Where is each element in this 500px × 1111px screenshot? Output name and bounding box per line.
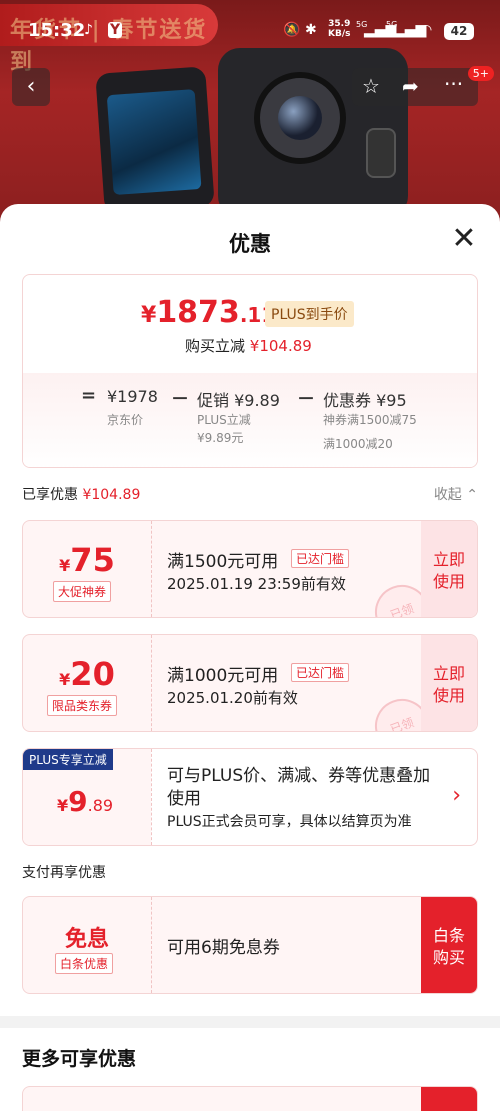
coupon-card[interactable]: ¥20 限品类东券 满1000元可用 已达门槛 2025.01.20前有效 已领… xyxy=(22,634,478,732)
currency-symbol: ¥ xyxy=(141,303,157,328)
wifi-icon: ◠ xyxy=(420,22,433,38)
more-discount-button[interactable] xyxy=(421,1087,477,1111)
coupon-expiry: 2025.01.20前有效 xyxy=(167,689,298,707)
chevron-right-icon: › xyxy=(452,783,461,808)
more-icon[interactable]: ··· xyxy=(444,72,463,96)
coupon-condition: 满1000元可用 xyxy=(167,666,279,686)
message-count-badge: 5+ xyxy=(467,66,494,81)
promo-sub-1: PLUS立减 xyxy=(197,413,251,427)
plus-amount-integer: 9 xyxy=(68,785,88,818)
minus-sign-2: － xyxy=(297,389,315,410)
status-time: 15:32 xyxy=(28,20,86,41)
tiktok-icon: ♪ xyxy=(84,22,93,38)
nav-actions: ☆ ➦ ··· xyxy=(352,68,478,106)
coupon-amount-value: 20 xyxy=(70,655,115,693)
coupon-divider xyxy=(151,635,152,731)
plus-note: PLUS正式会员可享，具体以结算页为准 xyxy=(167,814,412,830)
coupon-type-tag: 限品类东券 xyxy=(47,695,118,716)
interest-free-description: 可用6期免息券 xyxy=(167,938,280,958)
instant-cut-value: ¥104.89 xyxy=(249,337,312,355)
final-price: ¥1873.11 xyxy=(141,295,275,330)
discount-sheet: 优惠 ✕ ¥1873.11 PLUS到手价 购买立减 ¥104.89 = ¥19… xyxy=(0,204,500,1111)
use-now-line-1: 立即 xyxy=(432,664,465,683)
baitiao-tag: 白条优惠 xyxy=(55,953,114,974)
favorite-star-icon[interactable]: ☆ xyxy=(362,74,380,98)
minus-sign-1: － xyxy=(171,389,189,410)
coupon-card[interactable]: ¥75 大促神券 满1500元可用 已达门槛 2025.01.19 23:59前… xyxy=(22,520,478,618)
coupon-sub-2: 满1000减20 xyxy=(323,437,393,451)
coupon-divider xyxy=(151,749,152,845)
network-speed-value: 35.9 xyxy=(328,19,351,29)
baitiao-buy-button[interactable]: 白条 购买 xyxy=(421,897,477,993)
battery-indicator: 42 xyxy=(444,23,474,40)
jd-price-label: 京东价 xyxy=(107,413,144,427)
close-icon: ✕ xyxy=(451,221,477,256)
enjoyed-discount-header: 已享优惠 ¥104.89 xyxy=(22,484,140,504)
baitiao-buy-line-2: 购买 xyxy=(432,948,465,967)
coupon-currency: ¥ xyxy=(59,670,71,689)
use-now-line-1: 立即 xyxy=(432,550,465,569)
collapse-toggle[interactable]: 收起 ⌃ xyxy=(434,484,478,504)
chevron-left-icon: ‹ xyxy=(26,74,36,99)
sheet-title: 优惠 xyxy=(229,232,271,256)
use-now-button[interactable]: 立即 使用 xyxy=(421,635,477,731)
plus-exclusive-label: PLUS专享立减 xyxy=(23,749,113,770)
plus-currency: ¥ xyxy=(57,796,69,815)
instant-cut-label: 购买立减 xyxy=(185,337,246,355)
camera-screen-illustration xyxy=(106,89,202,196)
baitiao-buy-line-1: 白条 xyxy=(432,926,465,945)
promo-sub-2: ¥9.89元 xyxy=(197,431,244,445)
share-icon[interactable]: ➦ xyxy=(402,74,419,98)
plus-discount-amount: ¥9.89 xyxy=(57,785,113,818)
enjoyed-discount-label: 已享优惠 xyxy=(22,487,78,503)
camera-button-illustration xyxy=(366,128,396,178)
use-now-line-2: 使用 xyxy=(432,686,465,705)
use-now-line-2: 使用 xyxy=(432,572,465,591)
final-price-integer: 1873 xyxy=(156,295,240,330)
coupon-sub-1: 神券满1500减75 xyxy=(323,413,417,427)
mute-icon: 🔕 xyxy=(283,22,301,38)
threshold-reached-tag: 已达门槛 xyxy=(291,663,350,682)
back-button[interactable]: ‹ xyxy=(12,68,50,106)
equals-sign: = xyxy=(81,385,97,406)
network-speed-unit: KB/s xyxy=(328,29,351,39)
plus-price-tag: PLUS到手价 xyxy=(265,301,354,327)
promo-amount: 促销 ¥9.89 xyxy=(197,391,280,410)
network-speed: 35.9 KB/s xyxy=(328,19,350,39)
threshold-reached-tag: 已达门槛 xyxy=(291,549,350,568)
camera-lens-illustration xyxy=(254,72,346,164)
coupon-currency: ¥ xyxy=(59,556,71,575)
coupon-divider xyxy=(151,521,152,617)
plus-discount-card[interactable]: PLUS专享立减 ¥9.89 可与PLUS价、满减、券等优惠叠加使用 PLUS正… xyxy=(22,748,478,846)
baitiao-card[interactable]: 免息 白条优惠 可用6期免息券 白条 购买 xyxy=(22,896,478,994)
camera-back-illustration xyxy=(95,66,215,214)
coupon-amount-value: 75 xyxy=(70,541,115,579)
coupon-divider xyxy=(151,897,152,993)
use-now-button[interactable]: 立即 使用 xyxy=(421,521,477,617)
coupon-condition: 满1500元可用 xyxy=(167,552,279,572)
price-breakdown-card: ¥1873.11 PLUS到手价 购买立减 ¥104.89 = ¥1978 京东… xyxy=(22,274,478,468)
jd-price: ¥1978 xyxy=(107,387,158,406)
coupon-amount: ¥75 xyxy=(23,541,151,579)
plus-description: 可与PLUS价、满减、券等优惠叠加使用 xyxy=(167,766,431,809)
more-discount-card[interactable] xyxy=(22,1086,478,1111)
app-notification-icon: Y xyxy=(108,22,123,38)
coupon-type-tag: 大促神券 xyxy=(53,581,112,602)
close-button[interactable]: ✕ xyxy=(448,224,480,256)
more-discounts-title: 更多可享优惠 xyxy=(22,1048,137,1070)
status-bar: 15:32 ♪ Y 🔕 ✱ 35.9 KB/s 5G ▂▄▆ 5G ▂▄▆ ◠ … xyxy=(0,16,500,48)
enjoyed-discount-value: ¥104.89 xyxy=(82,487,141,503)
bluetooth-icon: ✱ xyxy=(305,22,317,38)
coupon-amount: ¥20 xyxy=(23,655,151,693)
interest-free-title: 免息 xyxy=(64,927,109,952)
plus-amount-decimal: .89 xyxy=(87,796,114,815)
coupon-expiry: 2025.01.19 23:59前有效 xyxy=(167,575,346,593)
coupon-amount: 优惠券 ¥95 xyxy=(323,391,407,410)
payment-discount-header: 支付再享优惠 xyxy=(22,865,106,881)
instant-cut: 购买立减 ¥104.89 xyxy=(185,335,312,356)
section-divider xyxy=(0,1016,500,1028)
